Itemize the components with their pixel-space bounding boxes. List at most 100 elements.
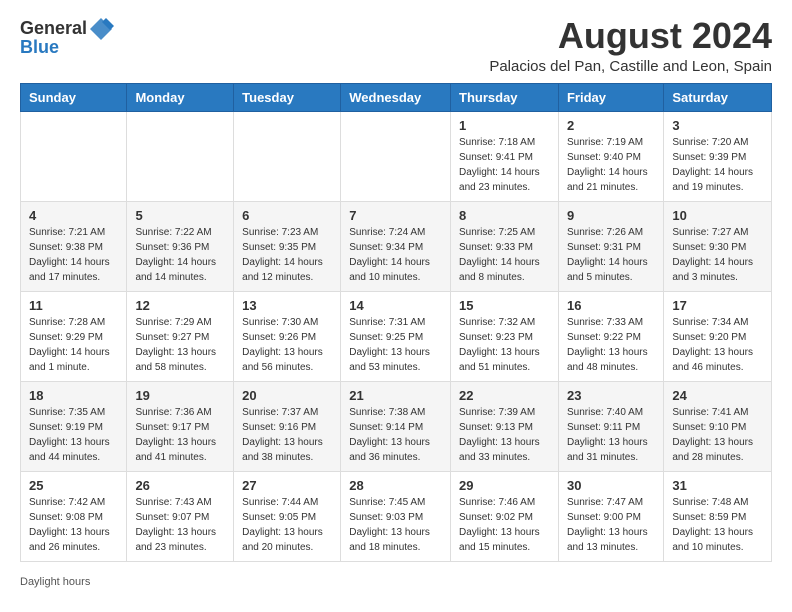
day-info: Sunrise: 7:48 AMSunset: 8:59 PMDaylight:… <box>672 495 763 555</box>
day-info: Sunrise: 7:30 AMSunset: 9:26 PMDaylight:… <box>242 315 332 375</box>
header: General Blue August 2024 Palacios del Pa… <box>0 0 792 83</box>
day-number: 6 <box>242 208 332 223</box>
day-info: Sunrise: 7:31 AMSunset: 9:25 PMDaylight:… <box>349 315 442 375</box>
footer: Daylight hours <box>0 570 792 594</box>
calendar-cell: 4 Sunrise: 7:21 AMSunset: 9:38 PMDaylight… <box>21 201 127 291</box>
day-number: 25 <box>29 478 118 493</box>
day-info: Sunrise: 7:19 AMSunset: 9:40 PMDaylight:… <box>567 135 655 195</box>
day-info: Sunrise: 7:28 AMSunset: 9:29 PMDaylight:… <box>29 315 118 375</box>
day-info: Sunrise: 7:43 AMSunset: 9:07 PMDaylight:… <box>135 495 225 555</box>
day-number: 27 <box>242 478 332 493</box>
calendar-cell: 23 Sunrise: 7:40 AMSunset: 9:11 PMDayligh… <box>558 381 663 471</box>
day-number: 5 <box>135 208 225 223</box>
calendar-cell: 2Sunrise: 7:19 AMSunset: 9:40 PMDaylight… <box>558 111 663 201</box>
calendar-week-row: 18 Sunrise: 7:35 AMSunset: 9:19 PMDayligh… <box>21 381 772 471</box>
calendar-cell: 3 Sunrise: 7:20 AMSunset: 9:39 PMDaylight… <box>664 111 772 201</box>
calendar-cell: 20Sunrise: 7:37 AMSunset: 9:16 PMDayligh… <box>234 381 341 471</box>
day-number: 8 <box>459 208 550 223</box>
day-number: 15 <box>459 298 550 313</box>
calendar-day-header: Saturday <box>664 83 772 111</box>
calendar-cell: 10Sunrise: 7:27 AMSunset: 9:30 PMDayligh… <box>664 201 772 291</box>
logo-text: General Blue <box>20 16 115 58</box>
day-number: 20 <box>242 388 332 403</box>
day-info: Sunrise: 7:34 AMSunset: 9:20 PMDaylight:… <box>672 315 763 375</box>
day-info: Sunrise: 7:21 AMSunset: 9:38 PMDaylight:… <box>29 225 118 285</box>
day-number: 19 <box>135 388 225 403</box>
day-info: Sunrise: 7:26 AMSunset: 9:31 PMDaylight:… <box>567 225 655 285</box>
day-number: 28 <box>349 478 442 493</box>
calendar-cell: 6Sunrise: 7:23 AMSunset: 9:35 PMDaylight… <box>234 201 341 291</box>
calendar-wrapper: SundayMondayTuesdayWednesdayThursdayFrid… <box>0 83 792 570</box>
calendar-cell: 27Sunrise: 7:44 AMSunset: 9:05 PMDayligh… <box>234 471 341 561</box>
footer-text: Daylight hours <box>20 576 90 588</box>
day-info: Sunrise: 7:29 AMSunset: 9:27 PMDaylight:… <box>135 315 225 375</box>
day-info: Sunrise: 7:33 AMSunset: 9:22 PMDaylight:… <box>567 315 655 375</box>
day-number: 11 <box>29 298 118 313</box>
day-number: 18 <box>29 388 118 403</box>
day-info: Sunrise: 7:18 AMSunset: 9:41 PMDaylight:… <box>459 135 550 195</box>
day-number: 24 <box>672 388 763 403</box>
calendar-cell: 11 Sunrise: 7:28 AMSunset: 9:29 PMDayligh… <box>21 291 127 381</box>
day-info: Sunrise: 7:20 AMSunset: 9:39 PMDaylight:… <box>672 135 763 195</box>
calendar-week-row: 4 Sunrise: 7:21 AMSunset: 9:38 PMDaylight… <box>21 201 772 291</box>
day-number: 23 <box>567 388 655 403</box>
calendar-cell <box>21 111 127 201</box>
day-number: 17 <box>672 298 763 313</box>
calendar-day-header: Tuesday <box>234 83 341 111</box>
calendar-cell: 30 Sunrise: 7:47 AMSunset: 9:00 PMDayligh… <box>558 471 663 561</box>
calendar-cell: 16Sunrise: 7:33 AMSunset: 9:22 PMDayligh… <box>558 291 663 381</box>
day-info: Sunrise: 7:27 AMSunset: 9:30 PMDaylight:… <box>672 225 763 285</box>
calendar-cell: 29 Sunrise: 7:46 AMSunset: 9:02 PMDayligh… <box>451 471 559 561</box>
calendar-cell: 21Sunrise: 7:38 AMSunset: 9:14 PMDayligh… <box>341 381 451 471</box>
day-info: Sunrise: 7:45 AMSunset: 9:03 PMDaylight:… <box>349 495 442 555</box>
calendar-table: SundayMondayTuesdayWednesdayThursdayFrid… <box>20 83 772 562</box>
calendar-cell: 18 Sunrise: 7:35 AMSunset: 9:19 PMDayligh… <box>21 381 127 471</box>
calendar-day-header: Friday <box>558 83 663 111</box>
day-info: Sunrise: 7:22 AMSunset: 9:36 PMDaylight:… <box>135 225 225 285</box>
calendar-cell: 19 Sunrise: 7:36 AMSunset: 9:17 PMDayligh… <box>127 381 234 471</box>
day-number: 13 <box>242 298 332 313</box>
calendar-cell: 28 Sunrise: 7:45 AMSunset: 9:03 PMDayligh… <box>341 471 451 561</box>
calendar-cell: 17 Sunrise: 7:34 AMSunset: 9:20 PMDayligh… <box>664 291 772 381</box>
day-number: 4 <box>29 208 118 223</box>
calendar-cell: 1 Sunrise: 7:18 AMSunset: 9:41 PMDaylight… <box>451 111 559 201</box>
calendar-cell: 31Sunrise: 7:48 AMSunset: 8:59 PMDayligh… <box>664 471 772 561</box>
calendar-week-row: 11 Sunrise: 7:28 AMSunset: 9:29 PMDayligh… <box>21 291 772 381</box>
calendar-cell: 24 Sunrise: 7:41 AMSunset: 9:10 PMDayligh… <box>664 381 772 471</box>
day-info: Sunrise: 7:35 AMSunset: 9:19 PMDaylight:… <box>29 405 118 465</box>
calendar-cell <box>234 111 341 201</box>
page-container: General Blue August 2024 Palacios del Pa… <box>0 0 792 594</box>
day-info: Sunrise: 7:47 AMSunset: 9:00 PMDaylight:… <box>567 495 655 555</box>
day-number: 14 <box>349 298 442 313</box>
logo: General Blue <box>20 16 115 58</box>
day-info: Sunrise: 7:36 AMSunset: 9:17 PMDaylight:… <box>135 405 225 465</box>
day-number: 29 <box>459 478 550 493</box>
day-info: Sunrise: 7:39 AMSunset: 9:13 PMDaylight:… <box>459 405 550 465</box>
calendar-day-header: Monday <box>127 83 234 111</box>
day-number: 3 <box>672 118 763 133</box>
calendar-cell: 12Sunrise: 7:29 AMSunset: 9:27 PMDayligh… <box>127 291 234 381</box>
day-info: Sunrise: 7:46 AMSunset: 9:02 PMDaylight:… <box>459 495 550 555</box>
location-subtitle: Palacios del Pan, Castille and Leon, Spa… <box>489 58 772 75</box>
day-info: Sunrise: 7:42 AMSunset: 9:08 PMDaylight:… <box>29 495 118 555</box>
day-number: 1 <box>459 118 550 133</box>
calendar-cell: 25 Sunrise: 7:42 AMSunset: 9:08 PMDayligh… <box>21 471 127 561</box>
calendar-header-row: SundayMondayTuesdayWednesdayThursdayFrid… <box>21 83 772 111</box>
calendar-cell: 13 Sunrise: 7:30 AMSunset: 9:26 PMDayligh… <box>234 291 341 381</box>
title-section: August 2024 Palacios del Pan, Castille a… <box>489 16 772 75</box>
calendar-day-header: Sunday <box>21 83 127 111</box>
day-number: 22 <box>459 388 550 403</box>
calendar-cell: 7Sunrise: 7:24 AMSunset: 9:34 PMDaylight… <box>341 201 451 291</box>
day-info: Sunrise: 7:40 AMSunset: 9:11 PMDaylight:… <box>567 405 655 465</box>
day-number: 26 <box>135 478 225 493</box>
calendar-cell: 15Sunrise: 7:32 AMSunset: 9:23 PMDayligh… <box>451 291 559 381</box>
day-number: 21 <box>349 388 442 403</box>
calendar-cell: 14 Sunrise: 7:31 AMSunset: 9:25 PMDayligh… <box>341 291 451 381</box>
calendar-cell: 22 Sunrise: 7:39 AMSunset: 9:13 PMDayligh… <box>451 381 559 471</box>
calendar-day-header: Wednesday <box>341 83 451 111</box>
day-number: 9 <box>567 208 655 223</box>
calendar-cell: 9 Sunrise: 7:26 AMSunset: 9:31 PMDaylight… <box>558 201 663 291</box>
day-number: 30 <box>567 478 655 493</box>
day-info: Sunrise: 7:41 AMSunset: 9:10 PMDaylight:… <box>672 405 763 465</box>
day-number: 7 <box>349 208 442 223</box>
